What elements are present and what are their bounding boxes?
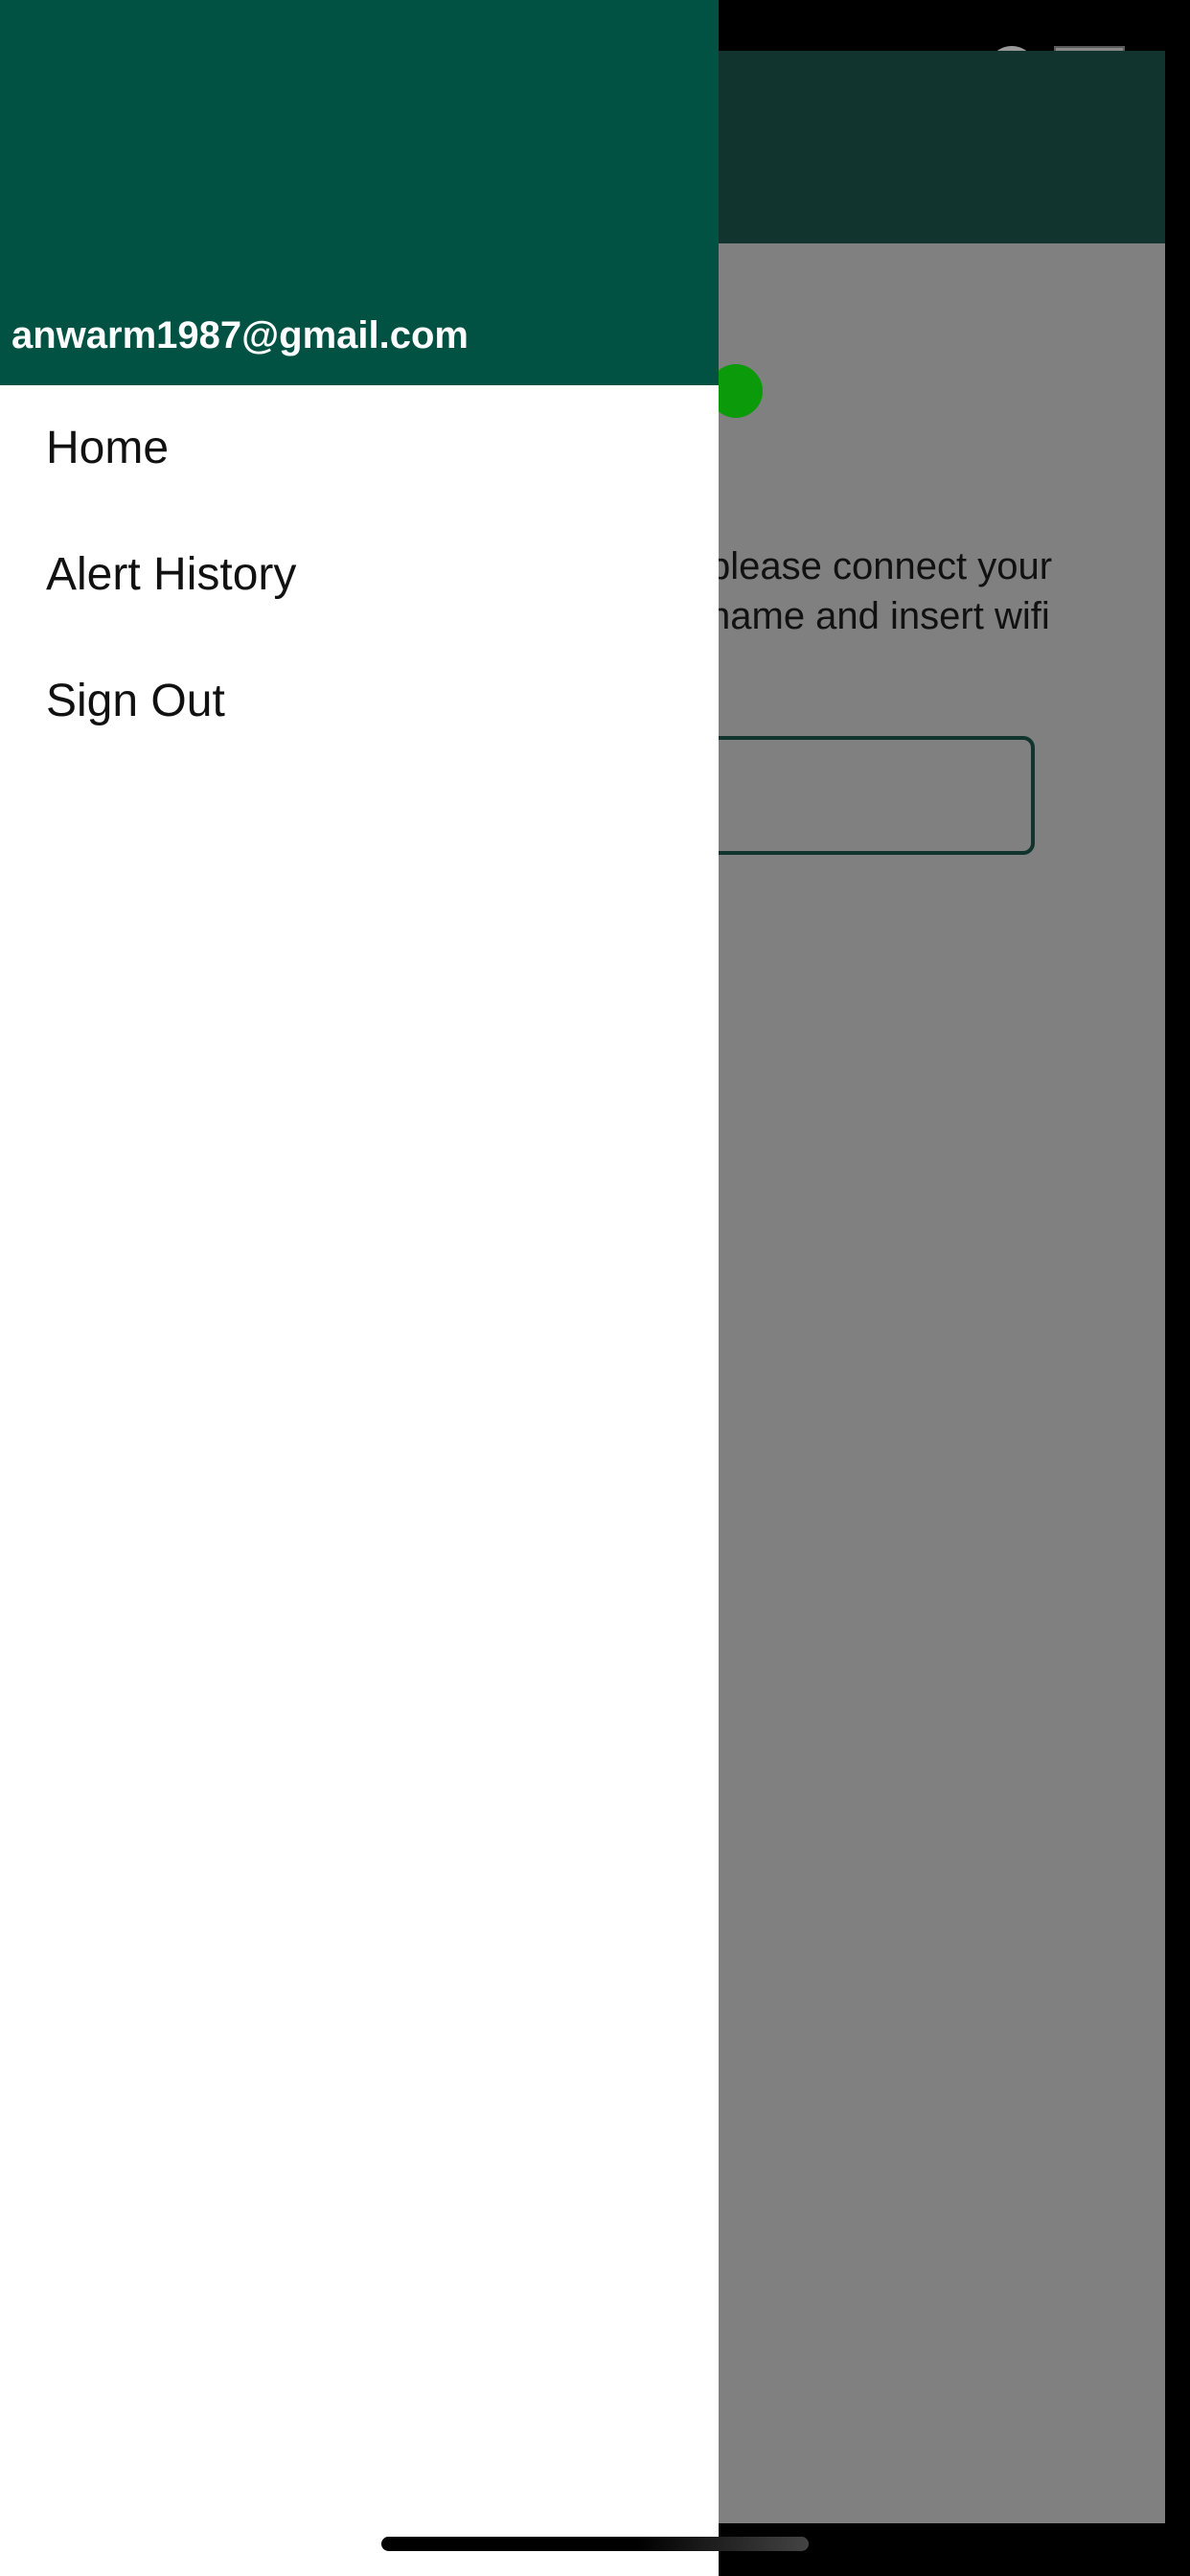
instructions-text: please connect your name and insert wifi [709,541,1169,641]
home-indicator[interactable] [381,2537,809,2551]
menu-item-sign-out[interactable]: Sign Out [0,638,719,765]
drawer-menu: Home Alert History Sign Out [0,385,719,765]
drawer-header: anwarm1987@gmail.com [0,0,719,385]
user-email: anwarm1987@gmail.com [11,314,469,356]
menu-item-home[interactable]: Home [0,385,719,512]
navigation-drawer: anwarm1987@gmail.com Home Alert History … [0,0,719,2576]
instructions-line-2: name and insert wifi [709,595,1050,637]
instructions-line-1: please connect your [709,545,1053,587]
screen: please connect your name and insert wifi… [0,0,1190,2576]
menu-item-alert-history[interactable]: Alert History [0,512,719,638]
